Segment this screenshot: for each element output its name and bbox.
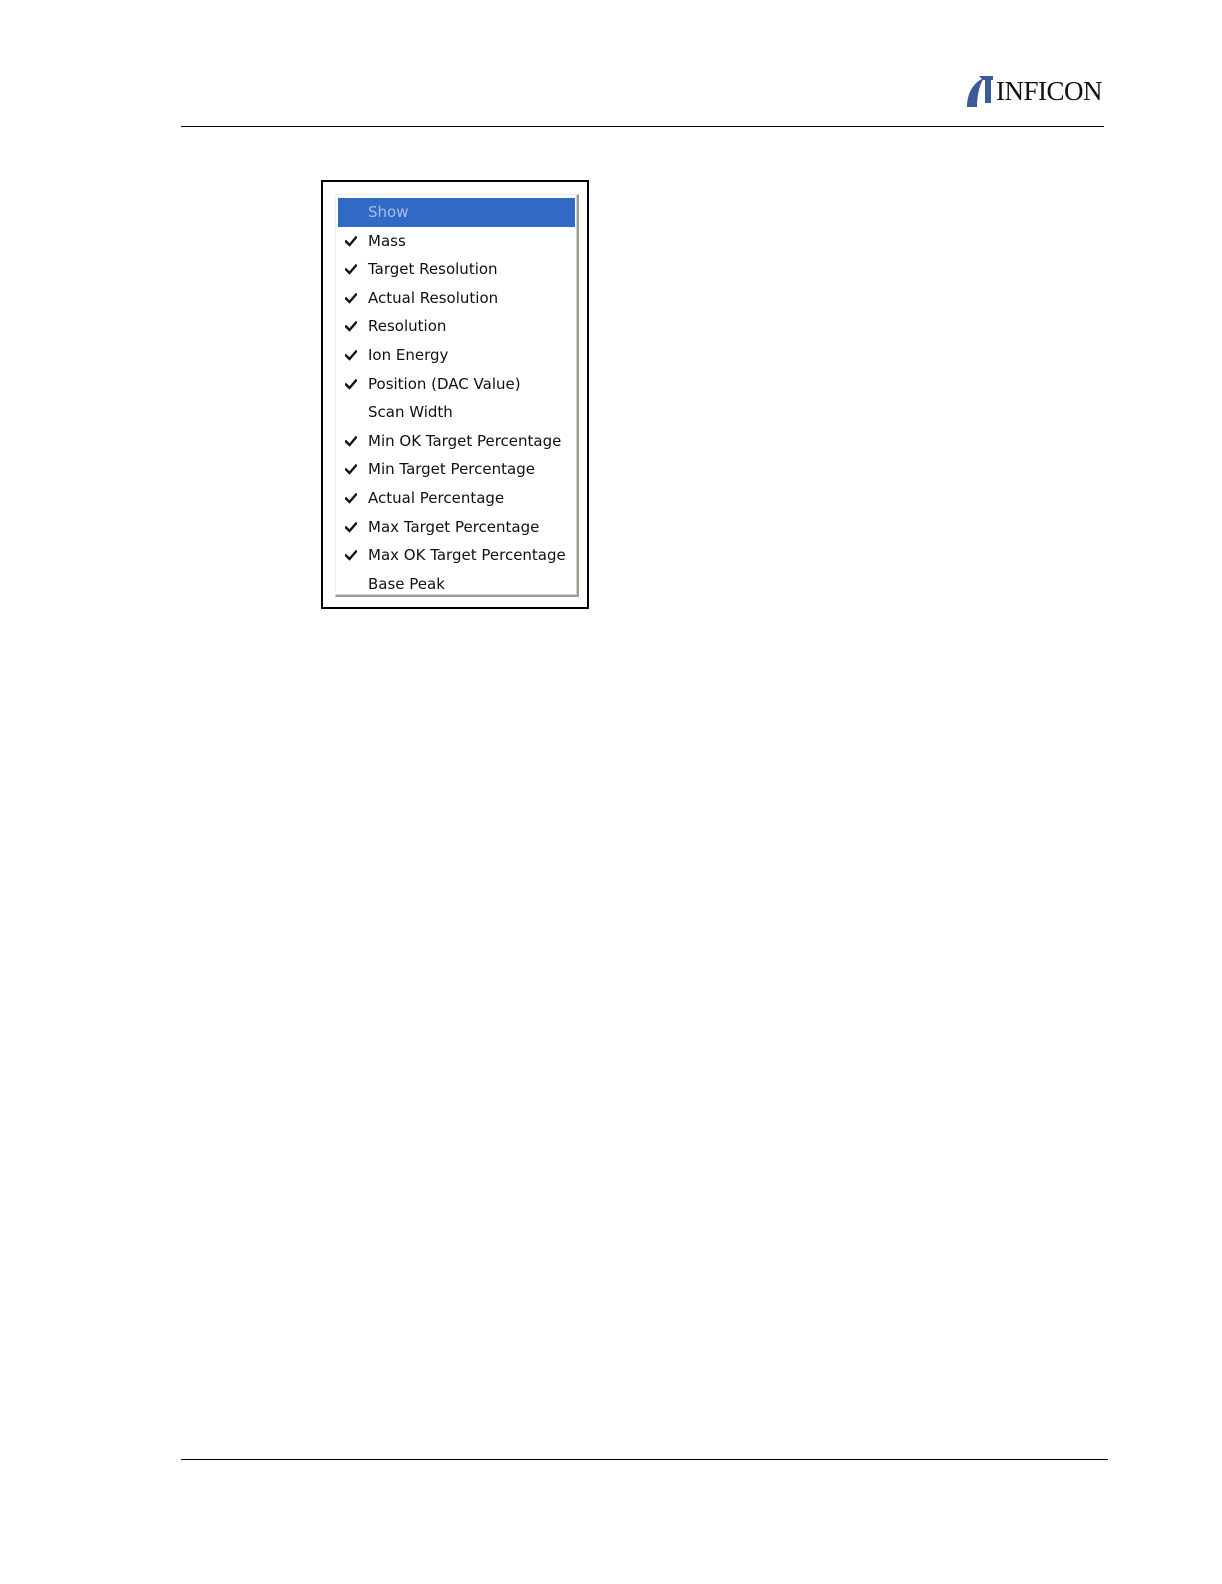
checkmark-icon xyxy=(345,492,357,504)
checkmark-icon xyxy=(345,378,357,390)
menu-item-max-target-percentage[interactable]: Max Target Percentage xyxy=(338,513,575,542)
checkmark-icon xyxy=(345,292,357,304)
menu-item-label: Max Target Percentage xyxy=(368,517,540,536)
checkmark-icon xyxy=(345,235,357,247)
menu-item-min-target-percentage[interactable]: Min Target Percentage xyxy=(338,455,575,484)
menu-item-label: Min Target Percentage xyxy=(368,460,535,479)
checkmark-icon xyxy=(345,435,357,447)
menu-item-label: Ion Energy xyxy=(368,345,449,364)
menu-item-label: Resolution xyxy=(368,317,447,336)
menu-item-position-dac-value[interactable]: Position (DAC Value) xyxy=(338,370,575,399)
footer-rule xyxy=(181,1459,1108,1460)
checkmark-icon xyxy=(345,464,357,476)
menu-header-label: Show xyxy=(368,203,409,221)
show-context-menu: Show Mass Target Resolution Actual Resolut… xyxy=(335,194,579,597)
menu-item-label: Base Peak xyxy=(368,574,445,593)
figure-frame: Show Mass Target Resolution Actual Resolut… xyxy=(321,180,589,609)
menu-item-label: Position (DAC Value) xyxy=(368,374,521,393)
menu-item-max-ok-target-percentage[interactable]: Max OK Target Percentage xyxy=(338,541,575,570)
menu-header-show: Show xyxy=(338,198,575,227)
inficon-logo-text: INFICON xyxy=(996,76,1103,106)
menu-item-target-resolution[interactable]: Target Resolution xyxy=(338,255,575,284)
menu-item-label: Max OK Target Percentage xyxy=(368,546,566,565)
checkmark-icon xyxy=(345,264,357,275)
menu-item-label: Scan Width xyxy=(368,403,453,422)
menu-item-min-ok-target-percentage[interactable]: Min OK Target Percentage xyxy=(338,427,575,456)
menu-item-label: Actual Resolution xyxy=(368,288,499,307)
checkmark-icon xyxy=(345,521,357,533)
menu-item-label: Target Resolution xyxy=(368,260,498,279)
menu-item-label: Mass xyxy=(368,231,406,250)
menu-item-base-peak[interactable]: Base Peak xyxy=(338,570,575,599)
inficon-logo: INFICON xyxy=(964,74,1103,108)
menu-item-scan-width[interactable]: Scan Width xyxy=(338,398,575,427)
menu-item-actual-resolution[interactable]: Actual Resolution xyxy=(338,284,575,313)
menu-item-resolution[interactable]: Resolution xyxy=(338,312,575,341)
checkmark-icon xyxy=(345,321,357,333)
menu-item-ion-energy[interactable]: Ion Energy xyxy=(338,341,575,370)
menu-item-label: Actual Percentage xyxy=(368,488,505,507)
menu-item-mass[interactable]: Mass xyxy=(338,227,575,256)
header-rule xyxy=(181,126,1104,127)
checkmark-icon xyxy=(345,550,357,561)
menu-item-actual-percentage[interactable]: Actual Percentage xyxy=(338,484,575,513)
checkmark-icon xyxy=(345,349,357,361)
inficon-logo-mark-icon xyxy=(967,76,993,107)
menu-item-label: Min OK Target Percentage xyxy=(368,431,562,450)
